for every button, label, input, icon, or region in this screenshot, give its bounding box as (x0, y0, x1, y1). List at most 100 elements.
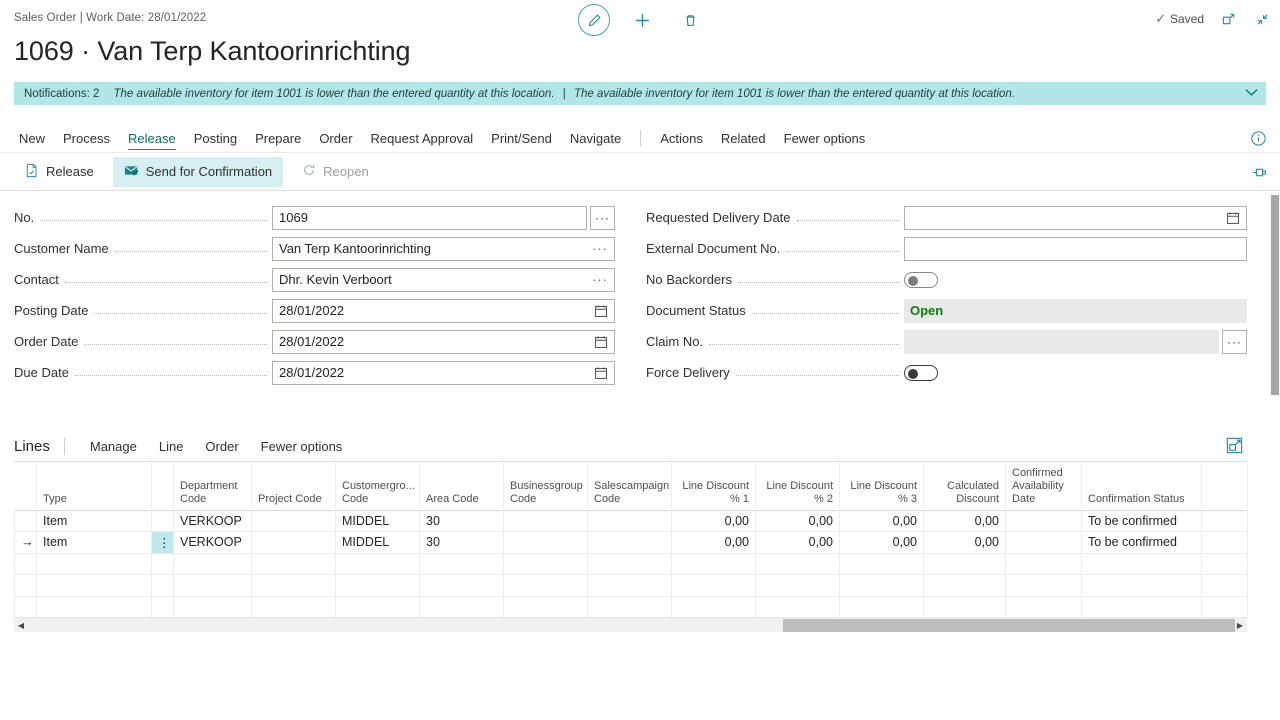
cell-department-code[interactable] (173, 596, 252, 618)
order-date-input[interactable]: 28/01/2022 (272, 329, 615, 354)
lines-menu-order[interactable]: Order (194, 439, 249, 454)
card-vertical-scrollbar[interactable] (1270, 195, 1280, 397)
cell-confirmation-status[interactable]: To be confirmed (1081, 509, 1202, 532)
cell-confirmed-availability-date[interactable] (1005, 574, 1082, 597)
cell-calculated-discount[interactable] (923, 553, 1006, 575)
edit-pencil-icon[interactable] (578, 4, 610, 36)
cell-businessgroup-code[interactable] (503, 509, 588, 532)
scrollbar-thumb[interactable] (783, 619, 1235, 632)
col-rowmenu[interactable] (151, 462, 174, 510)
cell-line-discount-1[interactable] (671, 574, 756, 597)
col-calculated-discount[interactable]: Calculated Discount (923, 462, 1006, 510)
cell-confirmation-status[interactable] (1081, 596, 1202, 618)
cell-project-code[interactable] (251, 509, 336, 532)
cell-calculated-discount[interactable] (923, 596, 1006, 618)
info-icon[interactable] (1250, 130, 1268, 148)
cell-area-code[interactable] (419, 553, 504, 575)
cell-project-code[interactable] (251, 574, 336, 597)
cell-calculated-discount[interactable] (923, 574, 1006, 597)
calendar-icon[interactable] (1222, 211, 1240, 225)
cell-line-discount-3[interactable] (839, 596, 924, 618)
action-menu-process[interactable]: Process (54, 131, 119, 152)
cell-area-code[interactable] (419, 596, 504, 618)
cell-line-discount-3[interactable] (839, 574, 924, 597)
cell-area-code[interactable] (419, 574, 504, 597)
open-in-new-window-icon[interactable] (1218, 9, 1238, 29)
release-button[interactable]: Release (14, 157, 105, 187)
cell-department-code[interactable] (173, 553, 252, 575)
cell-spare[interactable] (1201, 531, 1248, 554)
cell-customergroup-code[interactable]: MIDDEL (335, 509, 420, 532)
cell-line-discount-3[interactable]: 0,00 (839, 509, 924, 532)
cell-type[interactable]: Item (36, 531, 152, 554)
cell-confirmation-status[interactable]: To be confirmed (1081, 531, 1202, 554)
cell-spare[interactable] (1201, 574, 1248, 597)
cell-line-discount-1[interactable]: 0,00 (671, 531, 756, 554)
cell-line-discount-1[interactable] (671, 596, 756, 618)
cell-type[interactable] (36, 596, 152, 618)
action-menu-order[interactable]: Order (310, 131, 361, 152)
cell-project-code[interactable] (251, 596, 336, 618)
external-document-no-input[interactable] (904, 236, 1247, 261)
col-indicator[interactable] (14, 462, 37, 510)
action-menu-actions[interactable]: Actions (651, 131, 712, 152)
force-delivery-toggle[interactable] (904, 364, 938, 381)
cell-customergroup-code[interactable] (335, 574, 420, 597)
table-row[interactable] (14, 553, 1248, 575)
cell-type[interactable] (36, 574, 152, 597)
cell-rowmenu[interactable] (151, 509, 174, 532)
col-department-code[interactable]: Department Code (173, 462, 252, 510)
lines-menu-fewer-options[interactable]: Fewer options (250, 439, 354, 454)
cell-confirmed-availability-date[interactable] (1005, 509, 1082, 532)
cell-line-discount-1[interactable] (671, 553, 756, 575)
cell-department-code[interactable]: VERKOOP (173, 509, 252, 532)
action-menu-fewer-options[interactable]: Fewer options (775, 131, 875, 152)
lines-horizontal-scrollbar[interactable]: ◀ ▶ (14, 617, 1247, 632)
action-menu-related[interactable]: Related (712, 131, 775, 152)
cell-line-discount-2[interactable] (755, 596, 840, 618)
cell-salescampaign-code[interactable] (587, 596, 672, 618)
cell-project-code[interactable] (251, 553, 336, 575)
cell-line-discount-1[interactable]: 0,00 (671, 509, 756, 532)
chevron-down-icon[interactable] (1237, 88, 1258, 100)
cell-line-discount-3[interactable]: 0,00 (839, 531, 924, 554)
cell-customergroup-code[interactable] (335, 596, 420, 618)
col-project-code[interactable]: Project Code (251, 462, 336, 510)
cell-calculated-discount[interactable]: 0,00 (923, 531, 1006, 554)
calendar-icon[interactable] (590, 366, 608, 380)
cell-project-code[interactable] (251, 531, 336, 554)
col-line-discount-2[interactable]: Line Discount % 2 (755, 462, 840, 510)
cell-businessgroup-code[interactable] (503, 596, 588, 618)
cell-businessgroup-code[interactable] (503, 574, 588, 597)
reopen-button[interactable]: Reopen (291, 157, 380, 187)
scrollbar-thumb[interactable] (1271, 195, 1279, 395)
contact-assist-icon[interactable]: ··· (588, 272, 608, 287)
lines-menu-line[interactable]: Line (148, 439, 195, 454)
cell-line-discount-2[interactable]: 0,00 (755, 509, 840, 532)
cell-line-discount-3[interactable] (839, 553, 924, 575)
cell-spare[interactable] (1201, 553, 1248, 575)
cell-customergroup-code[interactable] (335, 553, 420, 575)
cell-confirmed-availability-date[interactable] (1005, 531, 1082, 554)
cell-salescampaign-code[interactable] (587, 553, 672, 575)
expand-grid-icon[interactable] (1225, 436, 1244, 458)
pin-icon[interactable] (1251, 164, 1268, 184)
cell-businessgroup-code[interactable] (503, 553, 588, 575)
col-businessgroup-code[interactable]: Businessgroup Code (503, 462, 588, 510)
col-confirmed-availability-date[interactable]: Confirmed Availability Date (1005, 462, 1082, 510)
action-menu-posting[interactable]: Posting (185, 131, 246, 152)
cell-department-code[interactable]: VERKOOP (173, 531, 252, 554)
col-salescampaign-code[interactable]: Salescampaign Code (587, 462, 672, 510)
claim-no-assist-button[interactable]: ··· (1222, 329, 1247, 354)
cell-confirmation-status[interactable] (1081, 574, 1202, 597)
col-confirmation-status[interactable]: Confirmation Status (1081, 462, 1202, 510)
scroll-right-arrow-icon[interactable]: ▶ (1233, 618, 1247, 633)
plus-icon[interactable] (626, 4, 658, 36)
cell-salescampaign-code[interactable] (587, 509, 672, 532)
action-menu-print-send[interactable]: Print/Send (482, 131, 561, 152)
cell-line-discount-2[interactable] (755, 574, 840, 597)
col-line-discount-1[interactable]: Line Discount % 1 (671, 462, 756, 510)
cell-spare[interactable] (1201, 596, 1248, 618)
table-row[interactable] (14, 574, 1248, 597)
cell-rowmenu[interactable] (151, 596, 174, 618)
